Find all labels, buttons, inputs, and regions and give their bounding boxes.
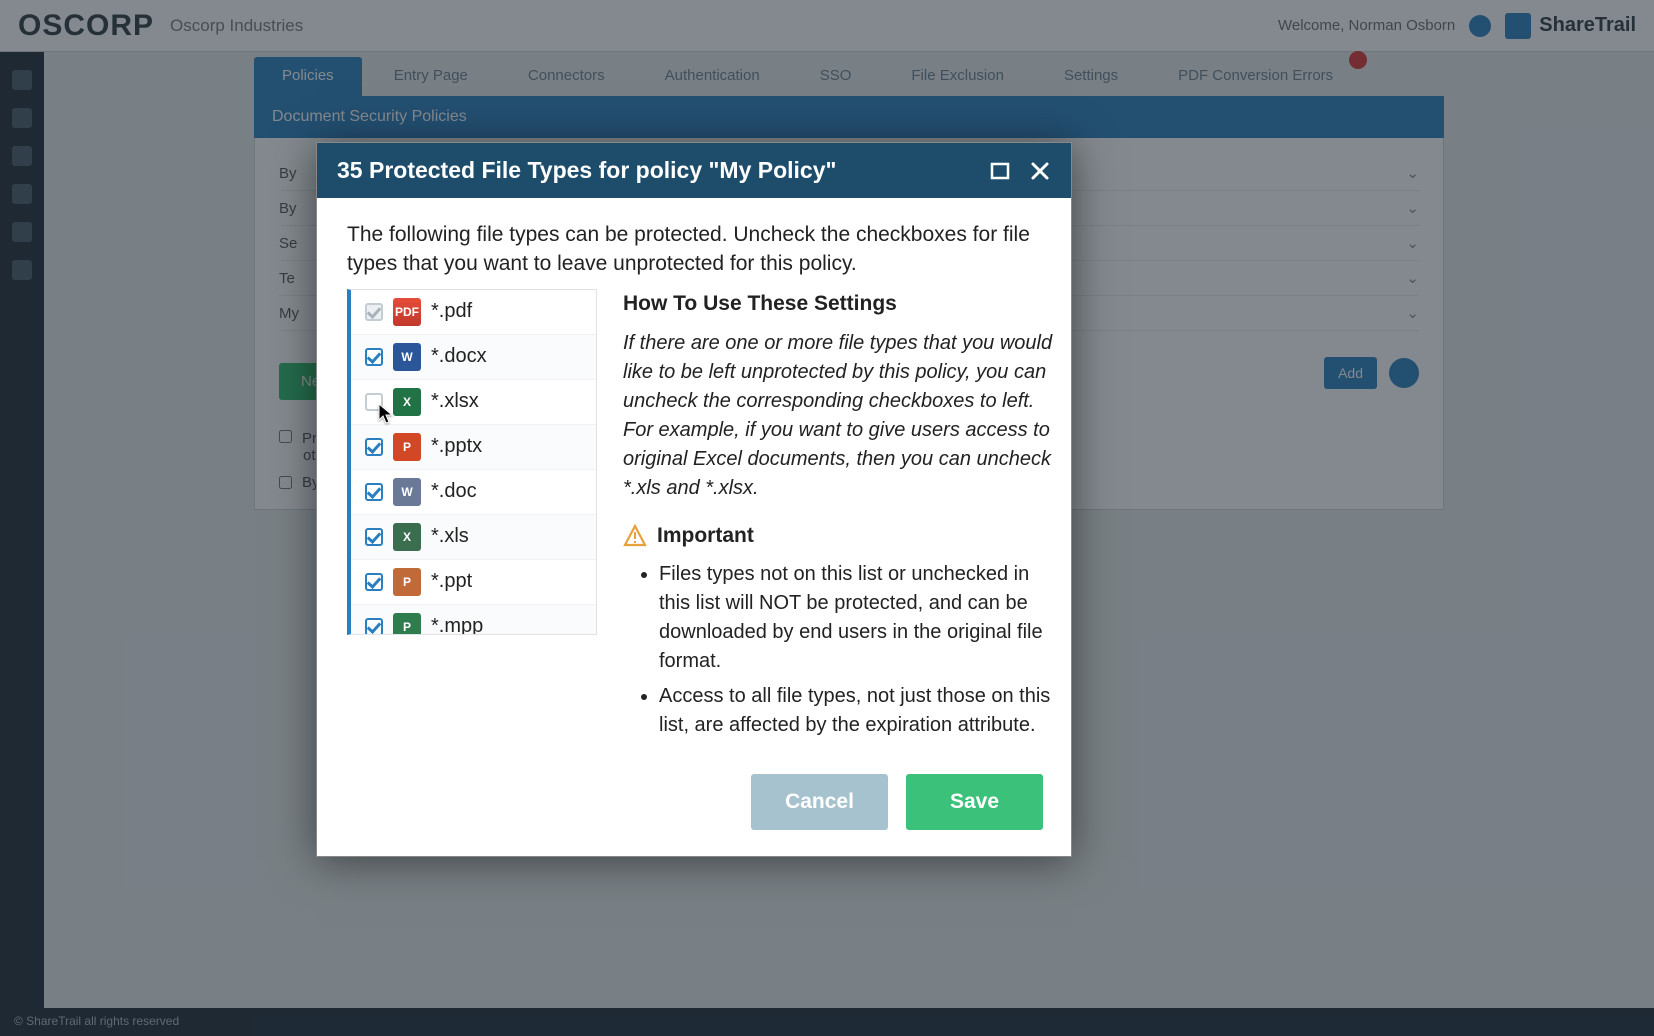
file-type-row-doc[interactable]: W *.doc [351, 470, 596, 515]
help-bullet: Files types not on this list or unchecke… [659, 560, 1053, 676]
mouse-cursor-icon [378, 403, 394, 425]
mpp-file-icon: P [393, 613, 421, 635]
file-type-row-xls[interactable]: X *.xls [351, 515, 596, 560]
xls-file-icon: X [393, 523, 421, 551]
file-type-extension: *.pptx [431, 435, 482, 458]
file-types-modal: 35 Protected File Types for policy "My P… [316, 142, 1072, 857]
file-type-extension: *.xls [431, 525, 469, 548]
close-icon[interactable] [1029, 160, 1051, 182]
help-bullet-list: Files types not on this list or unchecke… [659, 560, 1053, 740]
save-button[interactable]: Save [906, 774, 1043, 830]
help-column: How To Use These Settings If there are o… [623, 289, 1053, 746]
important-label: Important [657, 521, 754, 551]
help-bullet: Access to all file types, not just those… [659, 682, 1053, 740]
warning-icon [623, 524, 647, 548]
modal-description: The following file types can be protecte… [317, 198, 1071, 289]
file-type-extension: *.pdf [431, 300, 472, 323]
file-type-extension: *.mpp [431, 615, 483, 635]
file-type-checkbox[interactable] [365, 528, 383, 546]
file-type-row-mpp[interactable]: P *.mpp [351, 605, 596, 635]
xlsx-file-icon: X [393, 388, 421, 416]
maximize-icon[interactable] [989, 160, 1011, 182]
pdf-file-icon: PDF [393, 298, 421, 326]
file-type-row-ppt[interactable]: P *.ppt [351, 560, 596, 605]
file-type-extension: *.xlsx [431, 390, 479, 413]
file-type-row-docx[interactable]: W *.docx [351, 335, 596, 380]
file-type-extension: *.docx [431, 345, 487, 368]
file-type-row-pdf[interactable]: PDF *.pdf [351, 290, 596, 335]
file-type-checkbox[interactable] [365, 483, 383, 501]
file-type-row-pptx[interactable]: P *.pptx [351, 425, 596, 470]
page-root: OSCORP Oscorp Industries Welcome, Norman… [0, 0, 1654, 1036]
cancel-button[interactable]: Cancel [751, 774, 888, 830]
modal-header: 35 Protected File Types for policy "My P… [317, 143, 1071, 198]
modal-footer: Cancel Save [317, 764, 1071, 856]
help-heading: How To Use These Settings [623, 289, 1053, 319]
modal-title: 35 Protected File Types for policy "My P… [337, 157, 836, 184]
file-type-list[interactable]: PDF *.pdf W *.docx X *.xlsx P *.pptx W *.doc X *.xl… [347, 289, 597, 635]
file-type-checkbox[interactable] [365, 573, 383, 591]
pptx-file-icon: P [393, 433, 421, 461]
help-body: If there are one or more file types that… [623, 329, 1053, 503]
file-type-extension: *.ppt [431, 570, 472, 593]
docx-file-icon: W [393, 343, 421, 371]
doc-file-icon: W [393, 478, 421, 506]
file-type-checkbox[interactable] [365, 348, 383, 366]
file-type-checkbox[interactable] [365, 618, 383, 635]
file-type-checkbox [365, 303, 383, 321]
file-type-checkbox[interactable] [365, 438, 383, 456]
ppt-file-icon: P [393, 568, 421, 596]
file-type-extension: *.doc [431, 480, 477, 503]
